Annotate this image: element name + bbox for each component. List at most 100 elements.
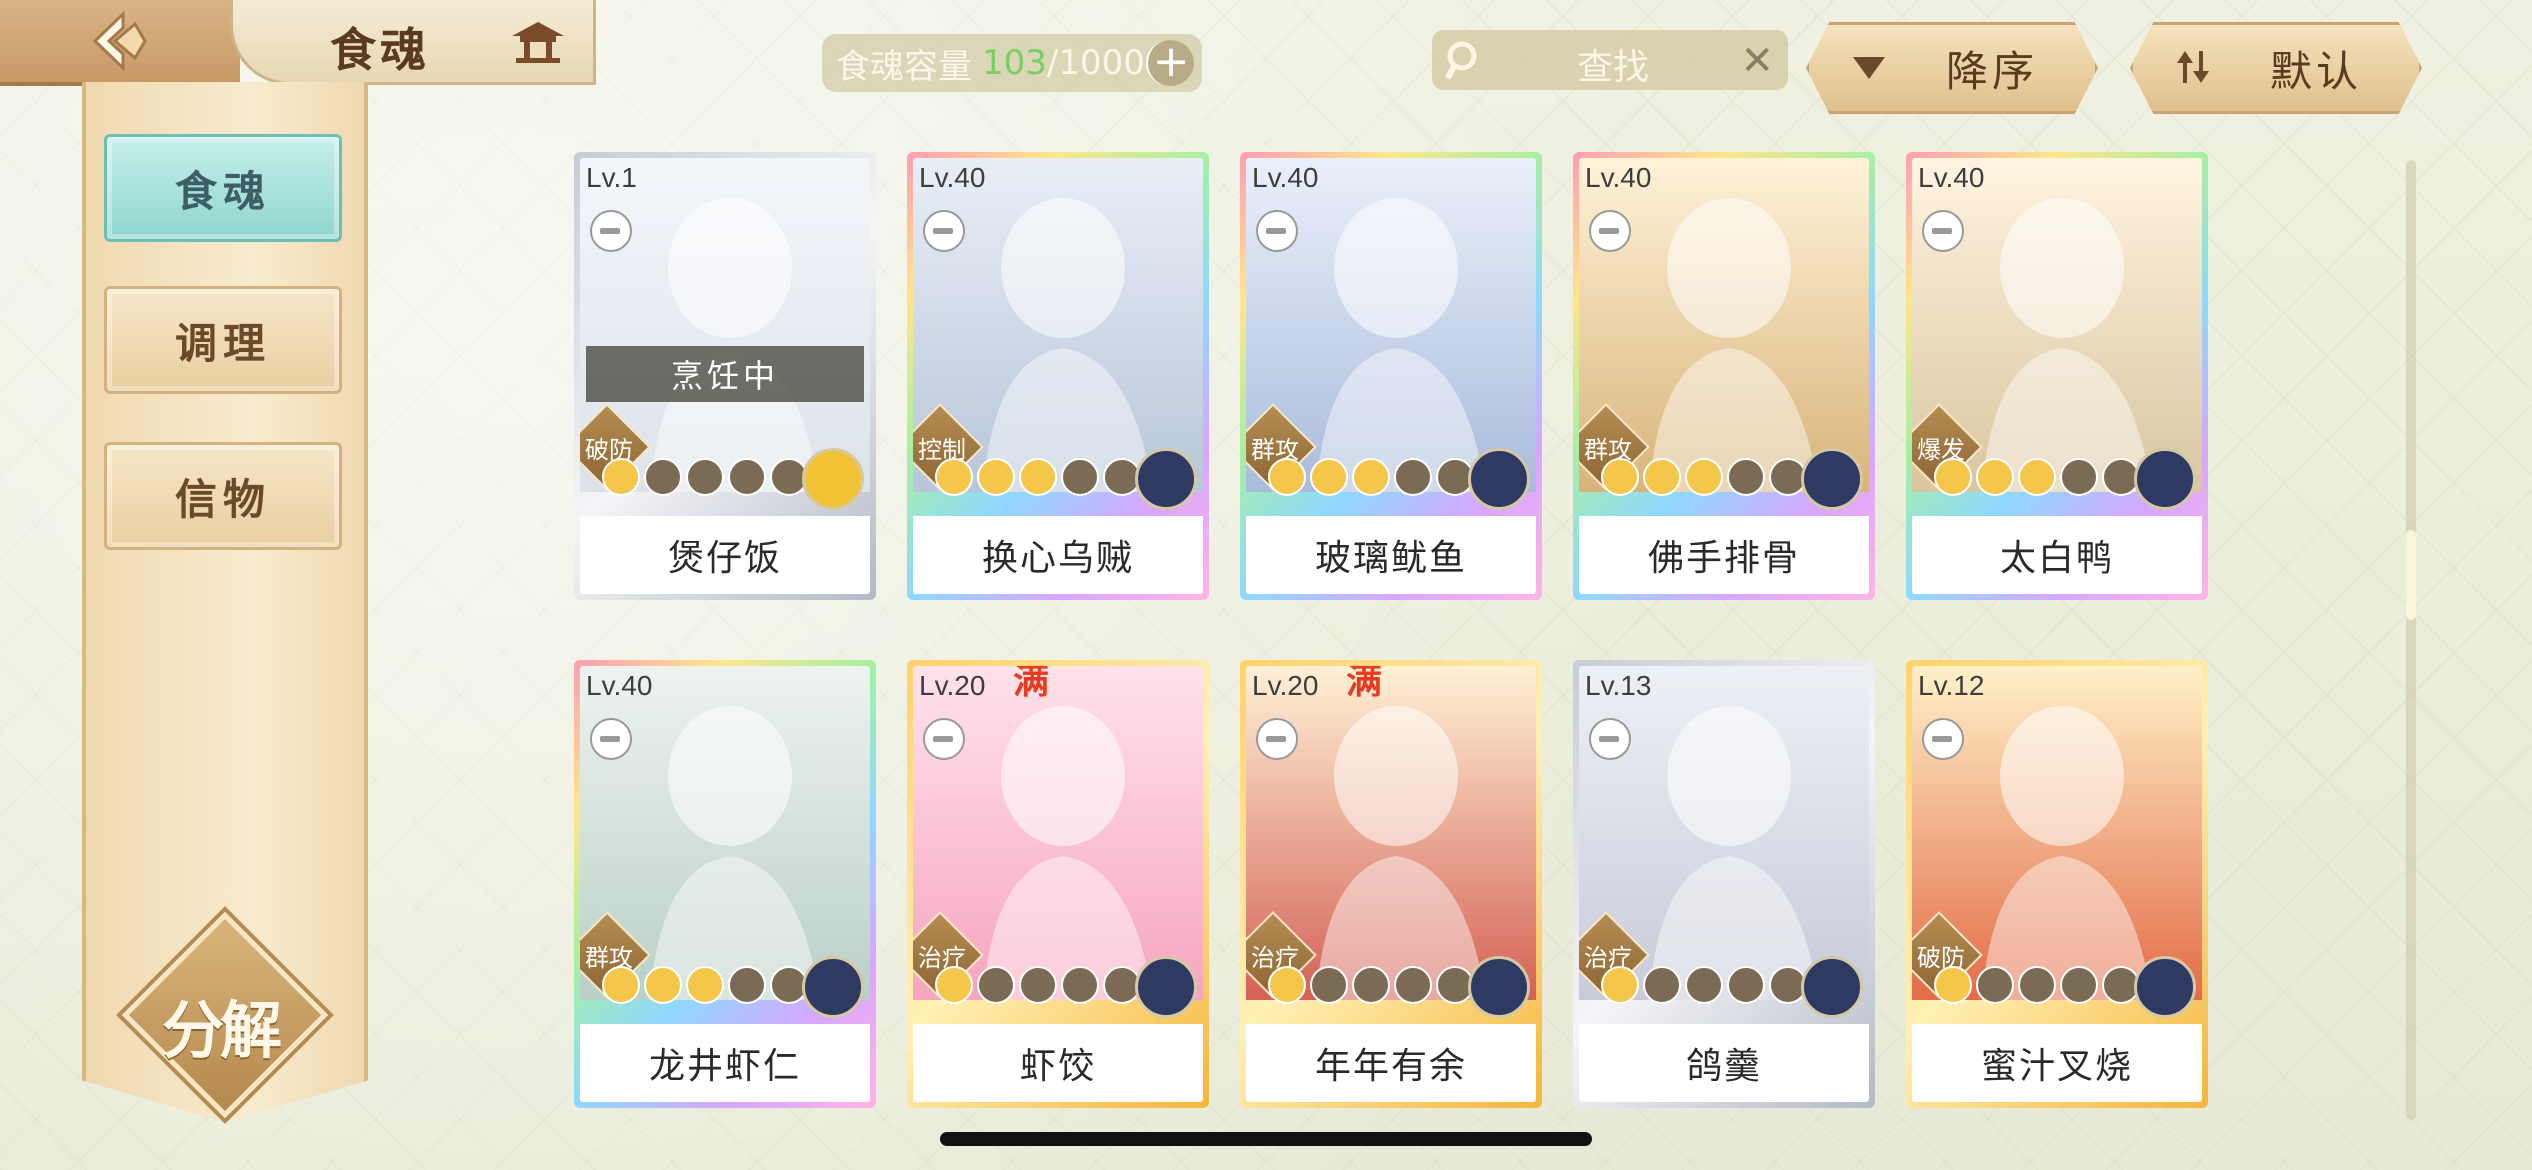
star-icon [1352, 458, 1390, 496]
star-icon [1685, 458, 1723, 496]
add-capacity-button[interactable]: + [1146, 40, 1194, 86]
star-rating [1934, 966, 2140, 1006]
sort-order-label: 降序 [1945, 46, 2038, 96]
capacity-display: 食魂容量 103 /1000 + [822, 34, 1202, 92]
card-inner: Lv.40 控制 换心乌贼 [913, 158, 1203, 594]
level-label: Lv.20 [919, 670, 986, 701]
sort-mode-label: 默认 [2269, 46, 2362, 96]
bowl-icon [1589, 210, 1631, 252]
page-title: 食魂 [330, 23, 430, 77]
level-label: Lv.13 [1585, 670, 1652, 701]
card-name: 太白鸭 [1912, 516, 2202, 594]
star-rating [1601, 966, 1807, 1006]
star-rating [1268, 966, 1474, 1006]
card-inner: Lv.40 群攻 玻璃鱿鱼 [1246, 158, 1536, 594]
star-icon [2060, 966, 2098, 1004]
bowl-icon [1256, 210, 1298, 252]
tab-tokens[interactable]: 信物 [104, 442, 342, 550]
tab-conditioning[interactable]: 调理 [104, 286, 342, 394]
pavilion-icon[interactable] [508, 18, 568, 64]
food-soul-card[interactable]: Lv.40 群攻 佛手排骨 [1573, 152, 1875, 600]
max-badge: 满 [1346, 666, 1383, 702]
card-inner: Lv.40 群攻 佛手排骨 [1579, 158, 1869, 594]
star-icon [1727, 458, 1765, 496]
star-rating [1268, 458, 1474, 498]
bowl-icon [1922, 210, 1964, 252]
food-soul-card[interactable]: Lv.20 满治疗 虾饺 [907, 660, 1209, 1108]
element-emblem-icon [1468, 448, 1530, 510]
star-icon [1601, 966, 1639, 1004]
star-icon [1976, 966, 2014, 1004]
sort-mode-button[interactable]: 默认 [2130, 22, 2422, 114]
food-soul-card[interactable]: Lv.40 群攻 玻璃鱿鱼 [1240, 152, 1542, 600]
star-icon [1727, 966, 1765, 1004]
star-icon [1934, 458, 1972, 496]
food-soul-card[interactable]: Lv.1 烹饪中 破防 煲仔饭 [574, 152, 876, 600]
card-inner: Lv.12 破防 蜜汁叉烧 [1912, 666, 2202, 1102]
food-soul-card[interactable]: Lv.20 满治疗 年年有余 [1240, 660, 1542, 1108]
element-emblem-icon [1135, 956, 1197, 1018]
star-icon [644, 458, 682, 496]
star-icon [1643, 966, 1681, 1004]
star-icon [2018, 966, 2056, 1004]
star-icon [1310, 966, 1348, 1004]
card-name: 年年有余 [1246, 1024, 1536, 1102]
bowl-icon [923, 718, 965, 760]
sort-order-button[interactable]: 降序 [1806, 22, 2098, 114]
star-icon [1061, 458, 1099, 496]
clear-icon[interactable]: ✕ [1740, 38, 1774, 84]
card-name: 虾饺 [913, 1024, 1203, 1102]
max-badge: 满 [1013, 666, 1050, 702]
card-name: 鸽羹 [1579, 1024, 1869, 1102]
scrollbar-thumb[interactable] [2406, 530, 2416, 620]
star-rating [602, 458, 808, 498]
star-icon [1061, 966, 1099, 1004]
card-name: 换心乌贼 [913, 516, 1203, 594]
cooking-status: 烹饪中 [586, 346, 864, 402]
element-emblem-icon [802, 448, 864, 510]
bowl-icon [923, 210, 965, 252]
level-label: Lv.40 [586, 670, 653, 701]
back-button[interactable] [0, 0, 240, 86]
star-icon [1976, 458, 2014, 496]
bowl-icon [590, 718, 632, 760]
tab-food-souls[interactable]: 食魂 [104, 134, 342, 242]
home-indicator[interactable] [940, 1132, 1592, 1146]
capacity-label: 食魂容量 [836, 46, 972, 87]
card-name: 佛手排骨 [1579, 516, 1869, 594]
decompose-button[interactable]: 分解 [121, 911, 329, 1119]
food-soul-card[interactable]: Lv.40 群攻 龙井虾仁 [574, 660, 876, 1108]
star-icon [2060, 458, 2098, 496]
card-inner: Lv.40 群攻 龙井虾仁 [580, 666, 870, 1102]
search-input[interactable]: 查找 ✕ [1432, 30, 1788, 90]
element-emblem-icon [802, 956, 864, 1018]
element-emblem-icon [2134, 448, 2196, 510]
food-soul-card[interactable]: Lv.12 破防 蜜汁叉烧 [1906, 660, 2208, 1108]
star-icon [1643, 458, 1681, 496]
card-inner: Lv.40 爆发 太白鸭 [1912, 158, 2202, 594]
element-emblem-icon [1801, 448, 1863, 510]
scrollbar[interactable] [2406, 160, 2416, 1120]
star-icon [1019, 458, 1057, 496]
bowl-icon [1589, 718, 1631, 760]
element-emblem-icon [1468, 956, 1530, 1018]
star-rating [935, 966, 1141, 1006]
level-label: Lv.40 [919, 162, 986, 193]
card-inner: Lv.1 烹饪中 破防 煲仔饭 [580, 158, 870, 594]
level-label: Lv.1 [586, 162, 637, 193]
star-icon [935, 458, 973, 496]
star-icon [1934, 966, 1972, 1004]
food-soul-card[interactable]: Lv.40 爆发 太白鸭 [1906, 152, 2208, 600]
star-icon [686, 966, 724, 1004]
bowl-icon [1256, 718, 1298, 760]
card-inner: Lv.13 治疗 鸽羹 [1579, 666, 1869, 1102]
star-icon [1394, 458, 1432, 496]
star-icon [686, 458, 724, 496]
food-soul-card[interactable]: Lv.13 治疗 鸽羹 [1573, 660, 1875, 1108]
star-icon [1352, 966, 1390, 1004]
back-arrow-icon [92, 10, 147, 72]
food-soul-card[interactable]: Lv.40 控制 换心乌贼 [907, 152, 1209, 600]
card-name: 龙井虾仁 [580, 1024, 870, 1102]
card-name: 蜜汁叉烧 [1912, 1024, 2202, 1102]
sort-arrows-icon [2177, 51, 2209, 83]
